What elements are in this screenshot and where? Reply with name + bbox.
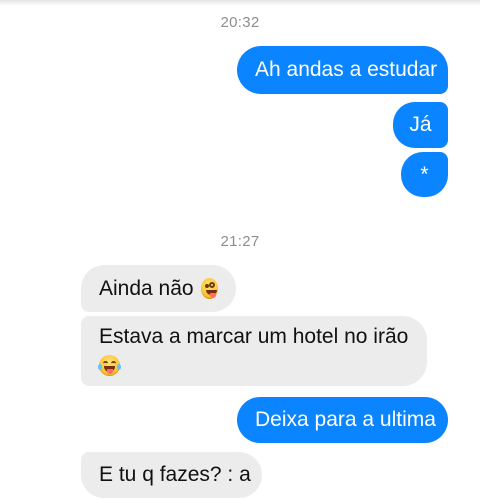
- message-text: Deixa para a ultima: [255, 408, 436, 431]
- message-text: Ainda não: [99, 276, 194, 300]
- message-text: Já: [409, 113, 432, 136]
- message-bubble-outgoing[interactable]: *: [401, 152, 448, 197]
- message-bubble-outgoing[interactable]: Ah andas a estudar: [237, 46, 448, 94]
- message-bubble-incoming[interactable]: Estava a marcar um hotel no irão: [81, 316, 427, 386]
- message-bubble-incoming[interactable]: E tu q fazes? : a: [81, 452, 262, 498]
- message-text: E tu q fazes? : a: [99, 463, 251, 486]
- message-bubble-outgoing[interactable]: Deixa para a ultima: [237, 397, 448, 443]
- message-text: Ah andas a estudar: [255, 58, 438, 81]
- message-bubble-incoming[interactable]: Ainda não: [81, 265, 236, 312]
- message-bubble-outgoing[interactable]: Já: [393, 102, 448, 148]
- laughing-tears-emoji-icon: [98, 354, 121, 376]
- message-text: *: [420, 162, 429, 186]
- timestamp-divider: 21:27: [220, 233, 260, 250]
- timestamp-divider: 20:32: [220, 14, 260, 31]
- message-text: Estava a marcar um hotel no irão: [99, 325, 409, 348]
- zany-face-emoji-icon: [200, 278, 218, 299]
- chat-thread[interactable]: 20:32 Ah andas a estudar Já * 21:27 Aind…: [0, 0, 480, 500]
